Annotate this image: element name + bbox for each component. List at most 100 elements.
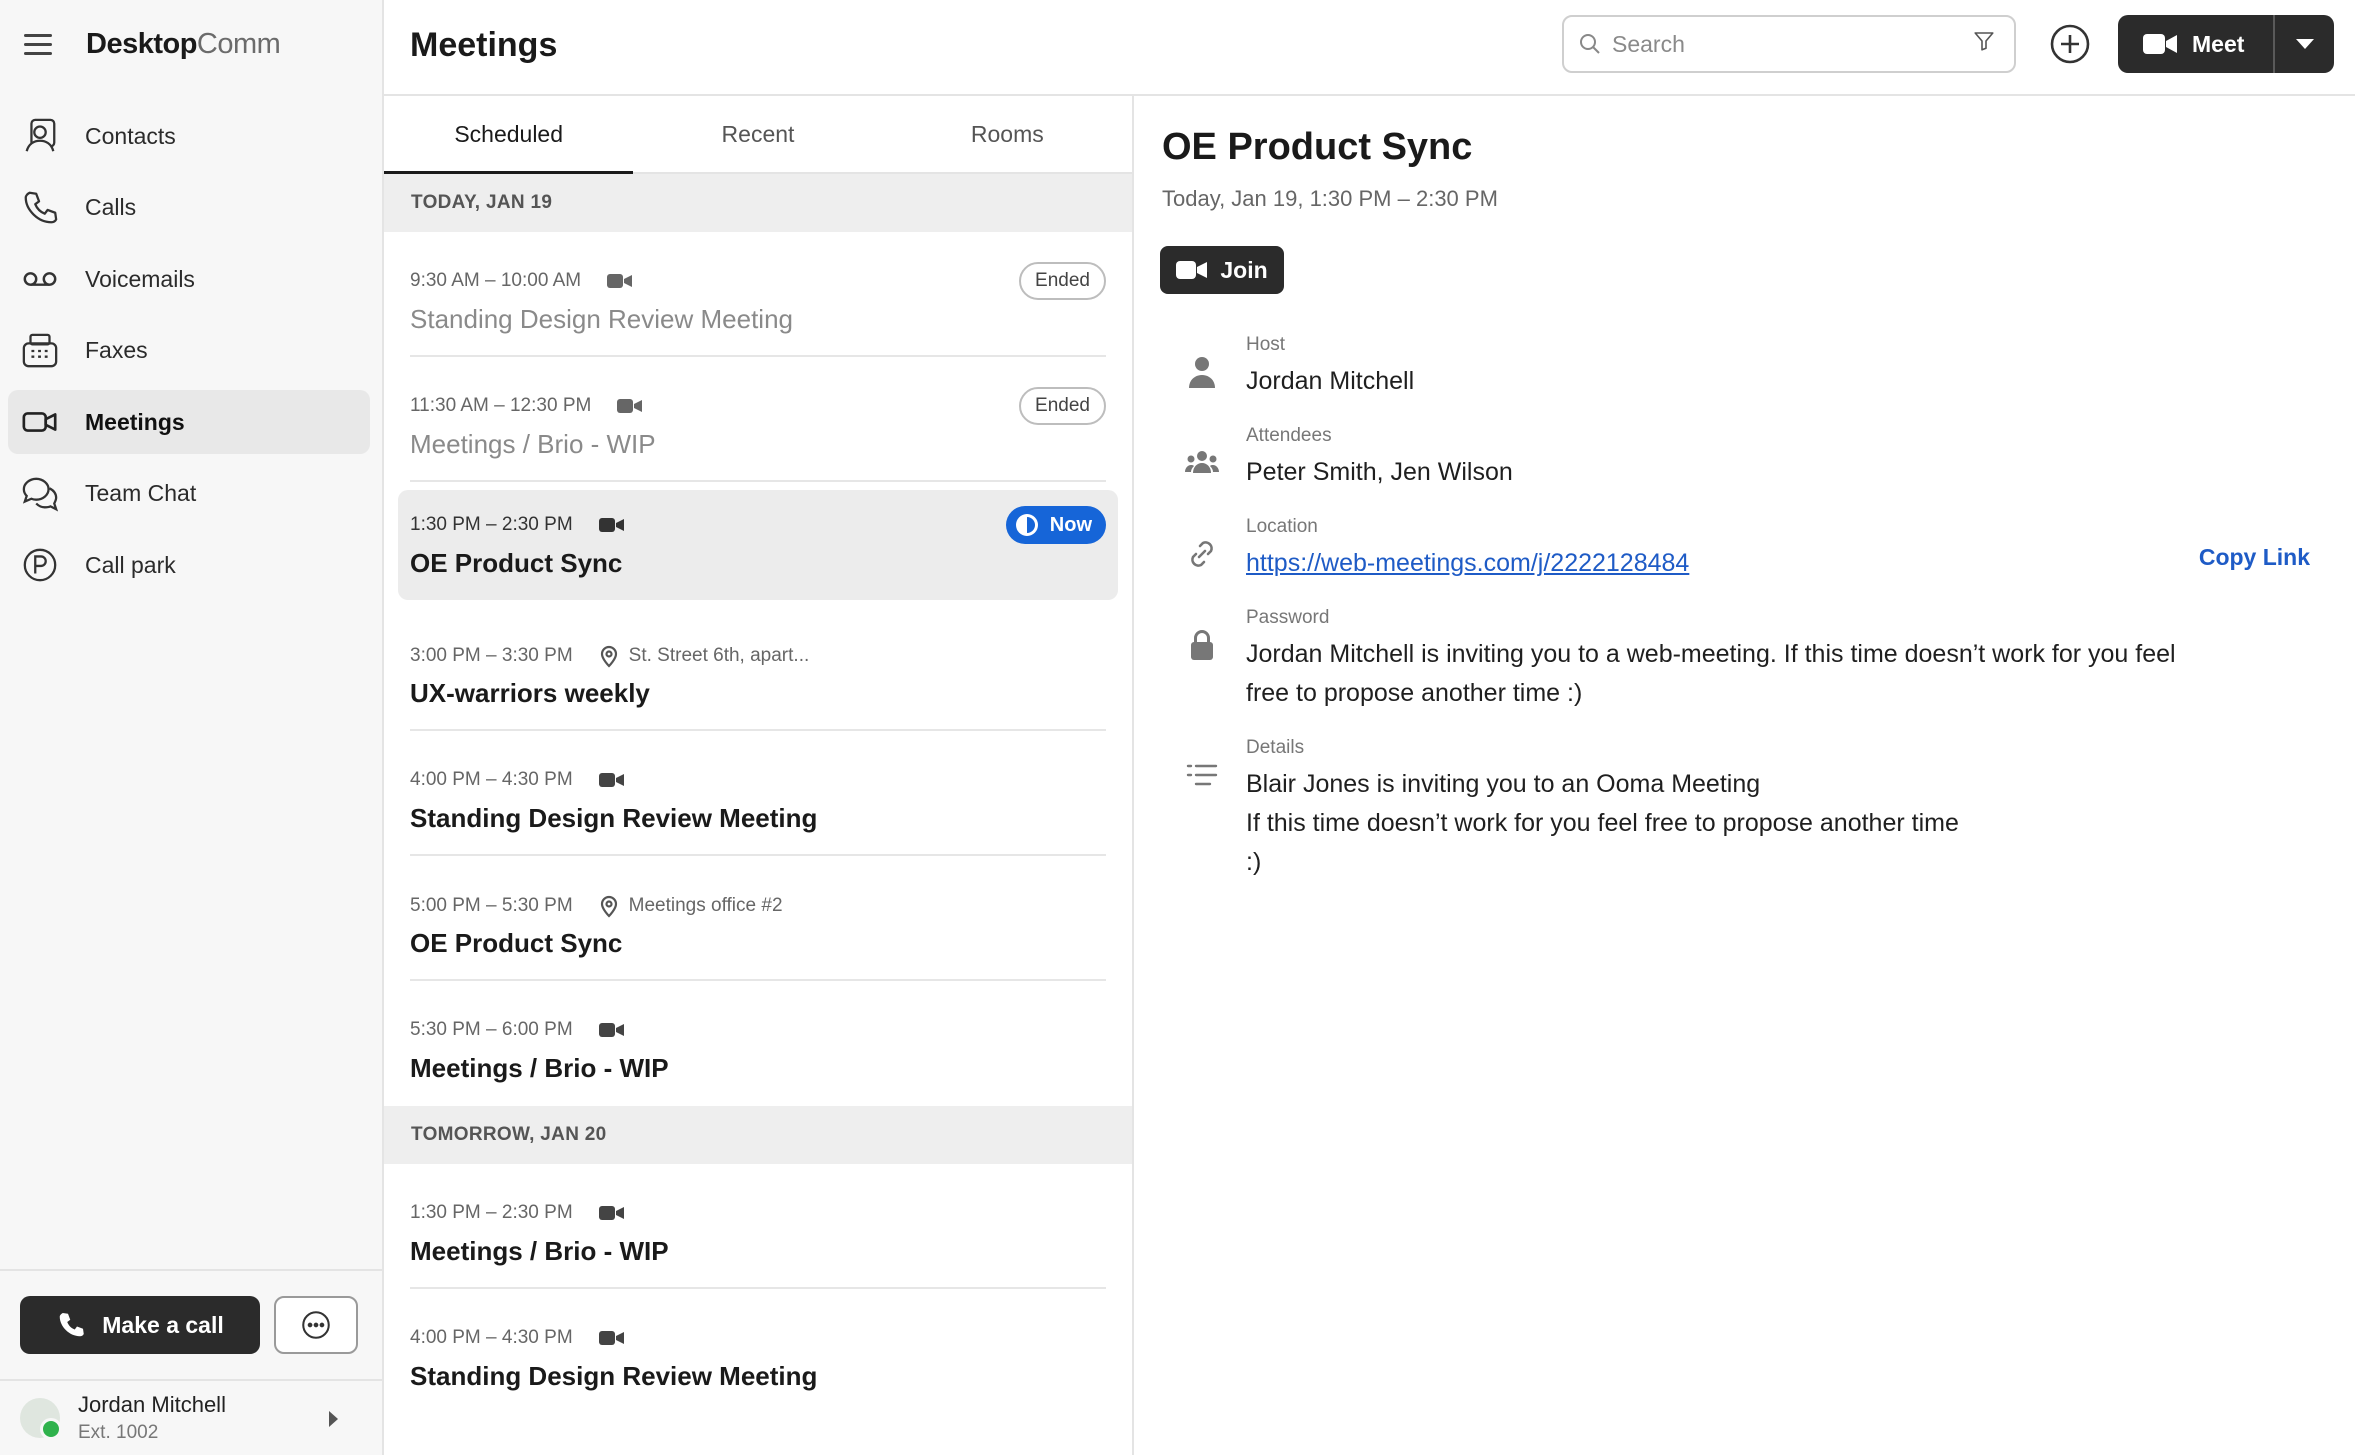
sidebar-item-voicemails[interactable]: Voicemails [8, 247, 370, 311]
sidebar-footer: Make a call Jordan Mitchell Ext. 1002 [0, 1269, 382, 1455]
voicemail-icon [20, 259, 60, 299]
user-extension: Ext. 1002 [78, 1422, 159, 1443]
top-bar: Meetings Meet [384, 0, 2355, 96]
meeting-detail-title: OE Product Sync [1162, 126, 1473, 168]
location-row: Location https://web-meetings.com/j/2222… [1182, 516, 1689, 583]
list-item[interactable]: 5:00 PM – 5:30 PM Meetings office #2 OE … [410, 856, 1106, 981]
meet-label: Meet [2192, 30, 2245, 57]
list-item[interactable]: 5:30 PM – 6:00 PM Meetings / Brio - WIP [410, 981, 1106, 1106]
sidebar-item-faxes[interactable]: Faxes [8, 319, 370, 383]
app-logo: DesktopComm [86, 27, 281, 60]
phone-icon [20, 188, 60, 228]
search-box [1562, 15, 2016, 73]
join-button[interactable]: Join [1160, 246, 1284, 294]
list-item[interactable]: 3:00 PM – 3:30 PM St. Street 6th, apart.… [410, 606, 1106, 731]
day-header: TOMORROW, JAN 20 [384, 1106, 1132, 1164]
phone-icon [60, 1313, 85, 1337]
meeting-title: Standing Design Review Meeting [410, 304, 793, 334]
filter-icon[interactable] [1972, 29, 1996, 53]
meeting-time: 9:30 AM – 10:00 AM [410, 270, 633, 292]
meet-dropdown-button[interactable] [2275, 15, 2334, 73]
sidebar-item-contacts[interactable]: Contacts [8, 104, 370, 168]
meeting-location: Meetings office #2 [628, 895, 783, 916]
list-item[interactable]: 1:30 PM – 2:30 PM Meetings / Brio - WIP [410, 1164, 1106, 1289]
page-title: Meetings [410, 26, 558, 64]
meeting-title: Standing Design Review Meeting [410, 803, 818, 833]
meeting-detail-datetime: Today, Jan 19, 1:30 PM – 2:30 PM [1162, 186, 1498, 211]
details-value: Blair Jones is inviting you to an Ooma M… [1246, 770, 1959, 876]
password-row: Password Jordan Mitchell is inviting you… [1182, 607, 2176, 713]
video-camera-icon [598, 773, 624, 787]
tab-scheduled[interactable]: Scheduled [384, 96, 634, 174]
sidebar-item-calls[interactable]: Calls [8, 176, 370, 240]
host-row: Host Jordan Mitchell [1182, 334, 1414, 401]
meeting-time: 11:30 AM – 12:30 PM [410, 395, 643, 417]
sidebar-item-team-chat[interactable]: Team Chat [8, 462, 370, 526]
details-row: Details Blair Jones is inviting you to a… [1182, 737, 1959, 882]
meet-button[interactable]: Meet [2118, 31, 2273, 58]
video-camera-icon [2143, 34, 2177, 54]
sidebar-item-label: Meetings [85, 408, 185, 435]
password-label: Password [1246, 607, 1330, 628]
add-meeting-button[interactable] [2048, 22, 2092, 66]
sidebar-item-label: Contacts [85, 122, 176, 149]
sidebar-item-label: Voicemails [85, 265, 195, 292]
contacts-icon [20, 116, 60, 156]
video-camera-icon [598, 518, 624, 532]
user-profile[interactable]: Jordan Mitchell Ext. 1002 [0, 1379, 382, 1455]
meeting-title: OE Product Sync [410, 928, 623, 958]
meeting-time: 4:00 PM – 4:30 PM [410, 769, 625, 791]
sidebar-item-label: Calls [85, 194, 137, 220]
link-icon [1182, 534, 1222, 574]
avatar [20, 1398, 62, 1440]
meeting-title: Meetings / Brio - WIP [410, 1236, 669, 1266]
video-camera-icon [598, 1331, 624, 1345]
attendees-label: Attendees [1246, 425, 1332, 446]
make-call-button[interactable]: Make a call [20, 1296, 260, 1354]
meeting-time: 4:00 PM – 4:30 PM [410, 1327, 625, 1349]
day-header: TODAY, JAN 19 [384, 174, 1132, 232]
now-badge: Now [1005, 506, 1106, 544]
list-item[interactable]: 11:30 AM – 12:30 PM Meetings / Brio - WI… [410, 357, 1106, 482]
tab-rooms[interactable]: Rooms [883, 96, 1132, 172]
user-name: Jordan Mitchell [78, 1392, 226, 1417]
video-camera-icon [20, 402, 60, 442]
list-item[interactable]: 9:30 AM – 10:00 AM Standing Design Revie… [410, 232, 1106, 357]
caret-right-icon [329, 1411, 338, 1427]
list-item[interactable]: 4:00 PM – 4:30 PM Standing Design Review… [410, 731, 1106, 856]
meeting-time: 1:30 PM – 2:30 PM [410, 1202, 625, 1224]
list-item-selected[interactable]: 1:30 PM – 2:30 PM OE Product Sync Now [398, 490, 1118, 600]
video-camera-icon [598, 1023, 624, 1037]
make-call-label: Make a call [102, 1311, 224, 1338]
sidebar: DesktopComm Contacts Calls Voicemails Fa… [0, 0, 384, 1455]
meeting-time: 5:00 PM – 5:30 PM Meetings office #2 [410, 895, 783, 918]
more-options-button[interactable] [274, 1296, 358, 1354]
status-badge: Ended [1019, 262, 1106, 300]
location-pin-icon [600, 645, 617, 668]
sidebar-nav: Contacts Calls Voicemails Faxes Meetings [0, 104, 382, 597]
host-value: Jordan Mitchell [1246, 367, 1415, 395]
meeting-time: 3:00 PM – 3:30 PM St. Street 6th, apart.… [410, 645, 810, 668]
copy-link-button[interactable]: Copy Link [2199, 544, 2310, 571]
tab-recent[interactable]: Recent [633, 96, 882, 172]
group-icon [1182, 443, 1222, 483]
search-icon [1580, 34, 1600, 54]
meeting-detail-pane: OE Product Sync Today, Jan 19, 1:30 PM –… [1136, 96, 2355, 1455]
sidebar-item-call-park[interactable]: Call park [8, 533, 370, 597]
menu-icon[interactable] [24, 28, 56, 60]
list-icon [1182, 755, 1222, 795]
sidebar-header: DesktopComm [0, 0, 382, 88]
details-label: Details [1246, 737, 1305, 758]
sidebar-item-meetings[interactable]: Meetings [8, 390, 370, 454]
search-input[interactable] [1612, 30, 1912, 58]
meeting-time: 1:30 PM – 2:30 PM [410, 514, 625, 536]
sidebar-actions: Make a call [0, 1269, 382, 1379]
meeting-time: 5:30 PM – 6:00 PM [410, 1019, 625, 1041]
video-camera-icon [607, 274, 633, 288]
meeting-link[interactable]: https://web-meetings.com/j/2222128484 [1246, 544, 1689, 583]
list-item[interactable]: 4:00 PM – 4:30 PM Standing Design Review… [410, 1289, 1106, 1414]
meeting-title: Meetings / Brio - WIP [410, 1053, 669, 1083]
password-value: Jordan Mitchell is inviting you to a web… [1246, 640, 2176, 707]
attendees-value: Peter Smith, Jen Wilson [1246, 458, 1513, 486]
join-label: Join [1220, 256, 1268, 283]
